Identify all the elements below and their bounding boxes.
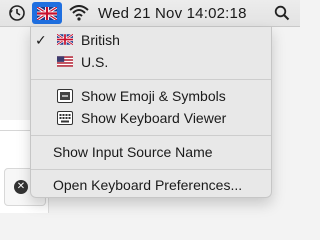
menu-item-open-keyboard-preferences[interactable]: Open Keyboard Preferences... <box>31 174 271 196</box>
menu-item-label: Show Input Source Name <box>53 144 213 160</box>
input-source-dropdown: ✓ British U.S. Show Emoji & Symbols Show… <box>30 27 272 198</box>
search-icon[interactable] <box>270 0 294 26</box>
emoji-viewer-icon <box>57 89 73 103</box>
british-flag-icon <box>37 6 57 20</box>
menu-item-show-keyboard-viewer[interactable]: Show Keyboard Viewer <box>31 107 271 129</box>
wifi-icon[interactable] <box>66 0 92 26</box>
menu-bar: Wed 21 Nov 14:02:18 <box>0 0 300 27</box>
menu-item-label: British <box>81 32 120 48</box>
menu-item-label: Open Keyboard Preferences... <box>53 177 243 193</box>
british-flag-icon <box>57 34 73 45</box>
menubar-clock[interactable]: Wed 21 Nov 14:02:18 <box>98 0 258 26</box>
menu-item-show-input-source-name[interactable]: Show Input Source Name <box>31 141 271 163</box>
input-source-menu-button[interactable] <box>32 2 62 24</box>
time-machine-icon[interactable] <box>4 0 30 26</box>
menu-item-label: Show Keyboard Viewer <box>81 110 227 126</box>
background-control-icon: ✕ <box>14 180 28 194</box>
menu-item-show-emoji[interactable]: Show Emoji & Symbols <box>31 85 271 107</box>
menu-separator <box>31 135 271 136</box>
menu-separator <box>31 169 271 170</box>
menu-item-label: Show Emoji & Symbols <box>81 88 226 104</box>
menu-separator <box>31 79 271 80</box>
us-flag-icon <box>57 56 73 67</box>
menu-item-label: U.S. <box>81 54 109 70</box>
keyboard-viewer-icon <box>57 111 73 125</box>
menu-item-british[interactable]: ✓ British <box>31 29 271 51</box>
menu-item-us[interactable]: U.S. <box>31 51 271 73</box>
checkmark-icon: ✓ <box>35 31 47 48</box>
